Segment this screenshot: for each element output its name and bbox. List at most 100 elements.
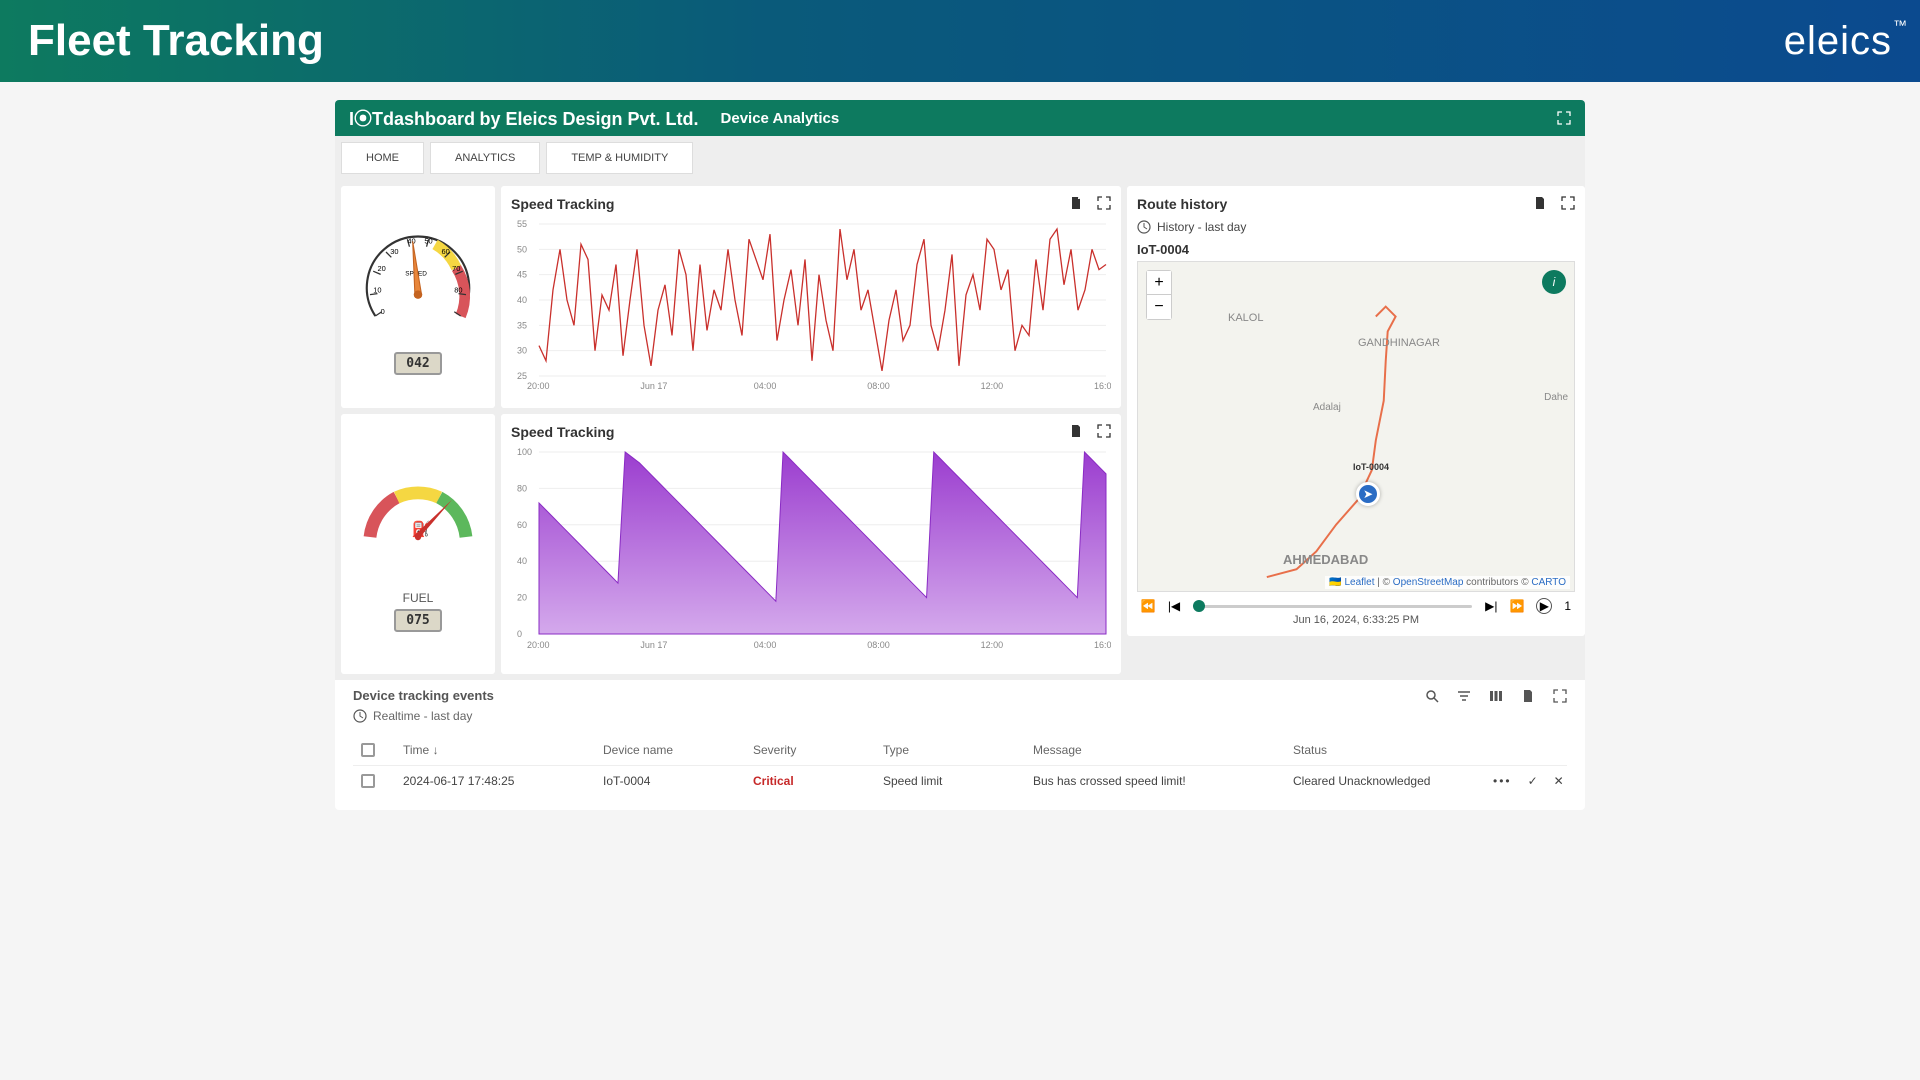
select-all-checkbox[interactable] xyxy=(361,743,375,757)
fastforward-button[interactable]: ⏩ xyxy=(1510,599,1524,613)
svg-text:80: 80 xyxy=(454,285,462,294)
events-table: Time ↓ Device name Severity Type Message… xyxy=(353,735,1567,796)
player-timestamp: Jun 16, 2024, 6:33:25 PM xyxy=(1137,614,1575,626)
play-button[interactable]: ▶ xyxy=(1536,598,1552,614)
rewind-button[interactable]: ⏪ xyxy=(1141,599,1155,613)
app-subtitle: Device Analytics xyxy=(721,110,840,127)
carto-link[interactable]: CARTO xyxy=(1531,577,1566,588)
fullscreen-icon[interactable] xyxy=(1557,111,1571,125)
map-city-ahmedabad: AHMEDABAD xyxy=(1283,552,1368,567)
fuel-chart-card: Speed Tracking 020406080100 20:00Jun 170… xyxy=(501,414,1121,674)
speed-chart-title: Speed Tracking xyxy=(511,196,1111,212)
export-icon[interactable] xyxy=(1521,689,1535,703)
map-city-gandhinagar: GANDHINAGAR xyxy=(1358,337,1440,349)
search-icon[interactable] xyxy=(1425,689,1439,703)
expand-icon[interactable] xyxy=(1561,196,1575,210)
more-icon[interactable]: ••• xyxy=(1493,774,1512,788)
export-icon[interactable] xyxy=(1069,424,1083,438)
svg-text:20:00: 20:00 xyxy=(527,640,550,650)
svg-text:50: 50 xyxy=(424,236,432,245)
leaflet-link[interactable]: Leaflet xyxy=(1344,577,1374,588)
speed-line-chart: 25303540455055 20:00Jun 1704:0008:0012:0… xyxy=(511,216,1111,394)
svg-text:25: 25 xyxy=(517,371,527,381)
expand-icon[interactable] xyxy=(1553,689,1567,703)
route-history-card: Route history History - last day IoT-000… xyxy=(1127,186,1585,636)
timeline-slider[interactable] xyxy=(1193,605,1472,608)
app-header: I⦿Tdashboard by Eleics Design Pvt. Ltd. … xyxy=(335,100,1585,136)
route-polyline xyxy=(1138,262,1574,592)
dismiss-icon[interactable]: ✕ xyxy=(1554,774,1564,788)
ack-icon[interactable]: ✓ xyxy=(1528,774,1538,788)
svg-text:30: 30 xyxy=(517,346,527,356)
svg-text:20:00: 20:00 xyxy=(527,381,550,391)
svg-text:16:00: 16:00 xyxy=(1094,381,1111,391)
svg-text:50: 50 xyxy=(517,244,527,254)
route-history-title: Route history xyxy=(1137,196,1227,212)
svg-text:08:00: 08:00 xyxy=(867,381,890,391)
svg-text:16:00: 16:00 xyxy=(1094,640,1111,650)
brand-logo: eleics xyxy=(1784,19,1892,64)
speed-gauge-card: 010 2030 4050 6070 80 SPEED 042 xyxy=(341,186,495,408)
playback-speed: 1 xyxy=(1564,599,1571,613)
svg-text:12:00: 12:00 xyxy=(981,640,1004,650)
fuel-chart-title: Speed Tracking xyxy=(511,424,1111,440)
tab-temp-humidity[interactable]: TEMP & HUMIDITY xyxy=(546,142,693,174)
fuel-gauge-card: ⛽ FUEL 075 xyxy=(341,414,495,674)
map[interactable]: + − i KALOL GANDHINAGAR Adalaj AHMEDABAD… xyxy=(1137,261,1575,592)
svg-text:30: 30 xyxy=(390,247,398,256)
filter-icon[interactable] xyxy=(1457,689,1471,703)
svg-text:04:00: 04:00 xyxy=(754,640,777,650)
svg-text:20: 20 xyxy=(517,593,527,603)
svg-text:55: 55 xyxy=(517,219,527,229)
tab-home[interactable]: HOME xyxy=(341,142,424,174)
export-icon[interactable] xyxy=(1533,196,1547,210)
cell-status: Cleared Unacknowledged xyxy=(1293,774,1493,788)
history-range[interactable]: History - last day xyxy=(1137,220,1575,234)
columns-icon[interactable] xyxy=(1489,689,1503,703)
expand-icon[interactable] xyxy=(1097,196,1111,210)
svg-text:60: 60 xyxy=(441,247,449,256)
cell-device: IoT-0004 xyxy=(603,774,753,788)
events-title: Device tracking events xyxy=(353,688,494,703)
export-icon[interactable] xyxy=(1069,196,1083,210)
tab-analytics[interactable]: ANALYTICS xyxy=(430,142,540,174)
realtime-range[interactable]: Realtime - last day xyxy=(353,709,1567,723)
col-severity[interactable]: Severity xyxy=(753,743,883,757)
svg-text:60: 60 xyxy=(517,520,527,530)
prev-button[interactable]: |◀ xyxy=(1167,599,1181,613)
cell-type: Speed limit xyxy=(883,774,1033,788)
speed-chart-card: Speed Tracking 25303540455055 20:00Jun 1… xyxy=(501,186,1121,408)
map-city-dahe: Dahe xyxy=(1544,392,1568,403)
top-banner: Fleet Tracking eleics xyxy=(0,0,1920,82)
map-attribution: 🇺🇦 Leaflet | © OpenStreetMap contributor… xyxy=(1325,576,1570,589)
col-message[interactable]: Message xyxy=(1033,743,1293,757)
app-logo: I⦿Tdashboard by Eleics Design Pvt. Ltd. xyxy=(349,105,699,131)
clock-icon xyxy=(1137,220,1151,234)
clock-icon xyxy=(353,709,367,723)
next-button[interactable]: ▶| xyxy=(1484,599,1498,613)
speed-lcd: 042 xyxy=(394,352,441,375)
cell-time: 2024-06-17 17:48:25 xyxy=(403,774,603,788)
app-frame: I⦿Tdashboard by Eleics Design Pvt. Ltd. … xyxy=(335,100,1585,810)
fuel-label: FUEL xyxy=(403,591,434,605)
row-checkbox[interactable] xyxy=(361,774,375,788)
expand-icon[interactable] xyxy=(1097,424,1111,438)
svg-text:04:00: 04:00 xyxy=(754,381,777,391)
osm-link[interactable]: OpenStreetMap xyxy=(1393,577,1464,588)
svg-text:80: 80 xyxy=(517,483,527,493)
svg-text:08:00: 08:00 xyxy=(867,640,890,650)
col-status[interactable]: Status xyxy=(1293,743,1493,757)
svg-text:40: 40 xyxy=(517,295,527,305)
route-device-id: IoT-0004 xyxy=(1137,242,1575,257)
col-type[interactable]: Type xyxy=(883,743,1033,757)
tabs: HOME ANALYTICS TEMP & HUMIDITY xyxy=(335,136,1585,180)
svg-text:45: 45 xyxy=(517,270,527,280)
svg-text:Jun 17: Jun 17 xyxy=(640,640,667,650)
svg-text:40: 40 xyxy=(517,556,527,566)
table-row[interactable]: 2024-06-17 17:48:25 IoT-0004 Critical Sp… xyxy=(353,765,1567,796)
map-marker[interactable] xyxy=(1356,482,1380,506)
svg-text:0: 0 xyxy=(381,306,385,315)
col-time[interactable]: Time ↓ xyxy=(403,743,603,757)
col-device[interactable]: Device name xyxy=(603,743,753,757)
cell-severity: Critical xyxy=(753,774,883,788)
